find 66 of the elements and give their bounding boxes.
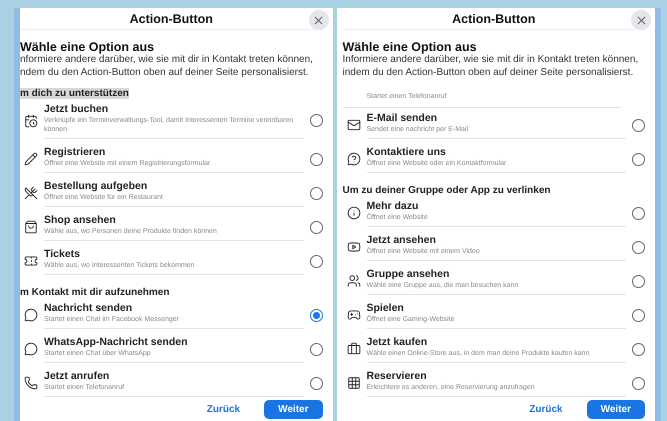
close-button[interactable] [631,10,651,30]
radio-button[interactable] [310,114,322,127]
info-icon [346,206,360,220]
heading: Wähle eine Option aus [342,40,478,54]
option-title[interactable]: Gruppe ansehen [366,268,626,281]
option-title[interactable]: WhatsApp-Nachricht senden [44,336,304,349]
radio-button[interactable] [632,308,645,322]
radio-button[interactable] [310,376,322,390]
option-title[interactable]: Registrieren [44,146,304,159]
play-icon [346,240,360,254]
option-title[interactable]: Jetzt buchen [44,103,304,116]
radio-button[interactable] [310,220,322,234]
radio-button[interactable] [310,152,322,166]
radio-button[interactable] [310,254,322,268]
option-title[interactable]: Jetzt anrufen [44,370,304,383]
chat-bubble-icon [24,308,38,322]
next-button[interactable]: Weiter [264,400,322,419]
section-label: m dich zu unterstützen [20,88,129,99]
close-icon [634,14,648,26]
description-text: indem du den Action-Button oben auf deiner Seite personalisierst. [342,66,634,79]
back-button[interactable]: Zurück [515,400,577,419]
description-text: Informiere andere darüber, wie sie mit dir in Kontakt treten können, [342,54,640,66]
option-title[interactable]: E-Mail senden [366,112,626,125]
radio-button[interactable] [632,274,645,288]
radio-button[interactable] [632,152,645,166]
section-label: m Kontakt mit dir aufzunehmen [20,287,170,298]
option-title[interactable]: Reservieren [366,370,626,383]
radio-button[interactable] [310,186,322,200]
close-button[interactable] [308,10,328,30]
radio-button[interactable] [310,342,322,356]
option-title[interactable]: Kontaktiere uns [366,146,626,159]
radio-button[interactable] [632,376,645,390]
radio-button[interactable] [632,240,645,254]
envelope-icon [346,118,360,132]
dialog-title: Action-Button [452,12,536,26]
option-title[interactable]: Bestellung aufgeben [44,180,304,193]
radio-button[interactable] [632,342,645,356]
radio-button[interactable] [310,308,322,322]
heading: Wähle eine Option aus [20,40,156,54]
close-icon [312,14,325,26]
description-text: nformiere andere darüber, wie sie mit dir in Kontakt treten können, [20,54,314,66]
option-title[interactable]: Nachricht senden [44,302,304,315]
people-icon [346,274,360,288]
phone-icon [24,376,38,390]
option-title[interactable]: Jetzt kaufen [366,336,626,349]
gamepad-icon [346,308,360,322]
shopping-bag-icon [24,220,38,234]
radio-button[interactable] [632,206,645,220]
next-button[interactable]: Weiter [586,400,645,419]
question-bubble-icon [346,152,360,166]
back-button[interactable]: Zurück [192,400,254,419]
section-label: Um zu deiner Gruppe oder App zu verlinken [342,185,550,196]
option-title[interactable]: Tickets [44,248,304,261]
calendar-person-icon [24,114,38,128]
ticket-icon [24,254,38,268]
option-title[interactable]: Jetzt ansehen [366,234,626,247]
dialog-title: Action-Button [130,12,213,26]
cutlery-icon [24,186,38,200]
bag-icon [346,342,360,356]
radio-button[interactable] [632,118,645,132]
option-title[interactable]: Mehr dazu [366,200,626,213]
grid-icon [346,376,360,390]
description-text: ndem du den Action-Button oben auf deiner Seite personalisierst. [20,66,310,79]
option-title[interactable]: Shop ansehen [44,214,304,227]
pencil-icon [24,152,38,166]
option-title[interactable]: Spielen [366,302,626,315]
